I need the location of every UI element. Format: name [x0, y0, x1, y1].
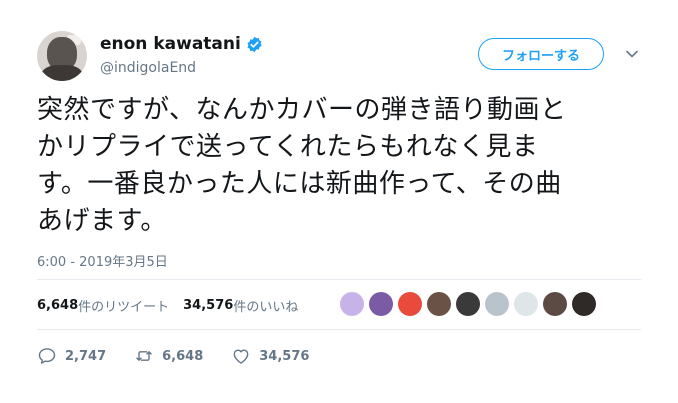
retweet-count-label[interactable]: 件のリツイート: [78, 296, 169, 315]
retweet-icon: [136, 351, 152, 361]
divider: [37, 329, 641, 330]
liker-avatar-8[interactable]: [543, 292, 567, 316]
retweet-action-count: 6,648: [162, 348, 204, 364]
tweet-timestamp[interactable]: 6:00 - 2019年3月5日: [37, 251, 168, 270]
liker-avatar-9[interactable]: [572, 292, 596, 316]
like-action[interactable]: 34,576: [231, 346, 309, 366]
name-row: enon kawatani: [100, 34, 263, 54]
like-count[interactable]: 34,576: [183, 298, 233, 313]
like-count-label[interactable]: 件のいいね: [233, 296, 298, 315]
reply-action[interactable]: 2,747: [37, 346, 106, 366]
liker-avatar-2[interactable]: [369, 292, 393, 316]
liker-avatar-7[interactable]: [514, 292, 538, 316]
liker-avatar-3[interactable]: [398, 292, 422, 316]
retweet-count[interactable]: 6,648: [37, 298, 78, 313]
liker-avatar-1[interactable]: [340, 292, 364, 316]
liker-avatar-4[interactable]: [427, 292, 451, 316]
liker-avatars: [340, 292, 601, 316]
liker-avatar-5[interactable]: [456, 292, 480, 316]
tweet-stats: 6,648 件のリツイート 34,576 件のいいね: [37, 296, 298, 315]
liker-avatar-6[interactable]: [485, 292, 509, 316]
follow-button[interactable]: フォローする: [478, 38, 604, 70]
avatar[interactable]: [37, 31, 87, 81]
heart-icon: [233, 349, 249, 364]
like-action-count: 34,576: [259, 348, 310, 364]
avatar-shirt: [41, 65, 83, 81]
reply-icon: [38, 348, 56, 364]
tweet-text: 突然ですが、なんかカバーの弾き語り動画と かリプライで送ってくれたらもれなく見ま…: [37, 92, 657, 240]
tweet-text-line: 突然ですが、なんかカバーの弾き語り動画と: [37, 95, 567, 125]
verified-badge-icon: [247, 36, 262, 52]
retweet-action[interactable]: 6,648: [134, 346, 203, 366]
reply-count: 2,747: [65, 348, 107, 364]
tweet-actions: 2,747 6,648 34,576: [37, 346, 337, 366]
user-handle[interactable]: @indigolaEnd: [100, 60, 196, 76]
display-name[interactable]: enon kawatani: [100, 34, 241, 54]
tweet-text-line: す。一番良かった人には新曲作って、その曲: [37, 169, 562, 199]
tweet-text-line: かリプライで送ってくれたらもれなく見ま: [37, 132, 539, 162]
tweet-text-line: あげます。: [37, 206, 167, 236]
chevron-down-icon[interactable]: [624, 46, 640, 62]
tweet-card: enon kawatani @indigolaEnd フォローする 突然ですが、…: [0, 0, 678, 403]
divider: [37, 279, 641, 280]
